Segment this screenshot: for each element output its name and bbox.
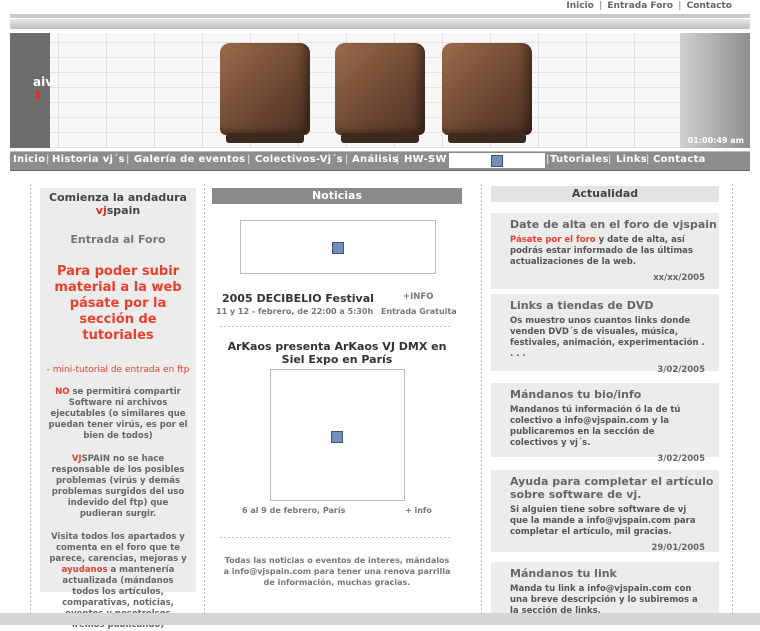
top-link-entrada-foro[interactable]: Entrada Foro [607, 1, 673, 11]
news-header: Noticias [212, 188, 462, 204]
update-card: Date de alta en el foro de vjspain Pásat… [491, 213, 719, 289]
update-date: xx/xx/2005 [653, 273, 705, 283]
banner-seat-image [442, 43, 532, 143]
nav-item-inicio[interactable]: Inicio [13, 154, 45, 165]
notice-software: NO se permitirá compartir Software ni ar… [48, 387, 188, 441]
news-column: Noticias 2005 DECIBELIO Festival +INFO 1… [212, 188, 462, 625]
nav-image-placeholder [449, 153, 545, 168]
site-logo[interactable]: aiv [33, 76, 53, 106]
news-date: 11 y 12 - febrero, de 22:00 a 5:30h [216, 307, 374, 316]
nav-item-contacta[interactable]: Contacta [653, 154, 706, 165]
separator: | [598, 1, 603, 11]
left-sidebar: Comienza la andadura vjspain Entrada al … [40, 188, 196, 630]
news-entry: Entrada Gratuita [381, 307, 457, 316]
news-title[interactable]: ArKaos presenta ArKaos VJ DMX en Siel Ex… [220, 340, 454, 366]
update-card: Links a tiendas de DVD Os muestro unos c… [491, 294, 719, 375]
nav-item-links[interactable]: Links [616, 154, 647, 165]
broken-image-icon [491, 155, 503, 167]
sidebar-title: Comienza la andadura vjspain [49, 191, 187, 217]
nav-item-galeria[interactable]: Galería de eventos [134, 154, 245, 165]
clock-display: 01:00:49 am [687, 136, 744, 145]
header-banner: aiv 01:00:49 am [10, 33, 750, 148]
banner-right-panel [680, 33, 750, 148]
news-image-placeholder[interactable] [270, 369, 405, 501]
update-title[interactable]: Mándanos tu bio/info [510, 388, 719, 401]
forum-entry-link[interactable]: Entrada al Foro [40, 233, 196, 246]
top-link-inicio[interactable]: Inicio [566, 1, 593, 11]
header-rule [10, 14, 750, 18]
news-updates-column: Actualidad Date de alta en el foro de vj… [491, 186, 719, 625]
more-info-link[interactable]: + info [405, 506, 432, 515]
main-nav: Inicio | Historia vj´s | Galería de even… [10, 151, 750, 171]
update-title[interactable]: Ayuda para completar el artículo sobre s… [510, 475, 719, 501]
separator: | [678, 1, 682, 11]
tutorials-cta-link[interactable]: Para poder subir material a la web pásat… [40, 264, 196, 344]
nav-item-analisis[interactable]: Análisis [352, 154, 398, 165]
update-body: Pásate por el foro y date de alta, así p… [510, 235, 693, 267]
ftp-tutorial-link[interactable]: - mini-tutorial de entrada en ftp [40, 365, 196, 375]
update-title[interactable]: Links a tiendas de DVD [510, 299, 719, 312]
update-date: 3/02/2005 [657, 454, 705, 464]
header-gradient-bar [10, 19, 750, 29]
news-title[interactable]: 2005 DECIBELIO Festival [222, 292, 374, 305]
update-card: Mándanos tu bio/info Mandanos tú informa… [491, 383, 719, 464]
nav-item-colectivos[interactable]: Colectivos-Vj´s [255, 154, 343, 165]
update-body: Mandanos tú información ó la de tú colec… [510, 405, 681, 448]
top-links: Inicio | Entrada Foro | Contacto [566, 0, 732, 12]
news-date: 6 al 9 de febrero, París [242, 506, 346, 515]
nav-item-hw-sw[interactable]: HW-SW [404, 154, 447, 165]
news-footer-note: Todas las noticias o eventos de interes,… [223, 556, 451, 587]
top-link-contacto[interactable]: Contacto [687, 1, 732, 11]
notice-liability: VJSPAIN no se hace responsable de los po… [51, 454, 185, 519]
update-date: 3/02/2005 [657, 365, 705, 375]
update-body: Si alguien tiene sobre software de vj qu… [510, 505, 696, 537]
update-title[interactable]: Date de alta en el foro de vjspain [510, 218, 719, 231]
news-banner-placeholder[interactable] [240, 220, 436, 274]
update-title[interactable]: Mándanos tu link [510, 567, 719, 580]
banner-seat-image [335, 43, 425, 143]
banner-seat-image [220, 43, 310, 143]
broken-image-icon [332, 242, 344, 254]
more-info-link[interactable]: +INFO [403, 292, 433, 302]
nav-item-tutoriales[interactable]: Tutoriales [550, 154, 609, 165]
horizontal-scrollbar[interactable] [0, 613, 760, 625]
nav-item-historia[interactable]: Historia vj´s [52, 154, 125, 165]
update-body: Os muestro unos cuantos links donde vend… [510, 316, 705, 359]
updates-header: Actualidad [491, 186, 719, 202]
broken-image-icon [331, 431, 343, 443]
update-date: 29/01/2005 [651, 543, 705, 553]
update-card: Ayuda para completar el artículo sobre s… [491, 470, 719, 553]
